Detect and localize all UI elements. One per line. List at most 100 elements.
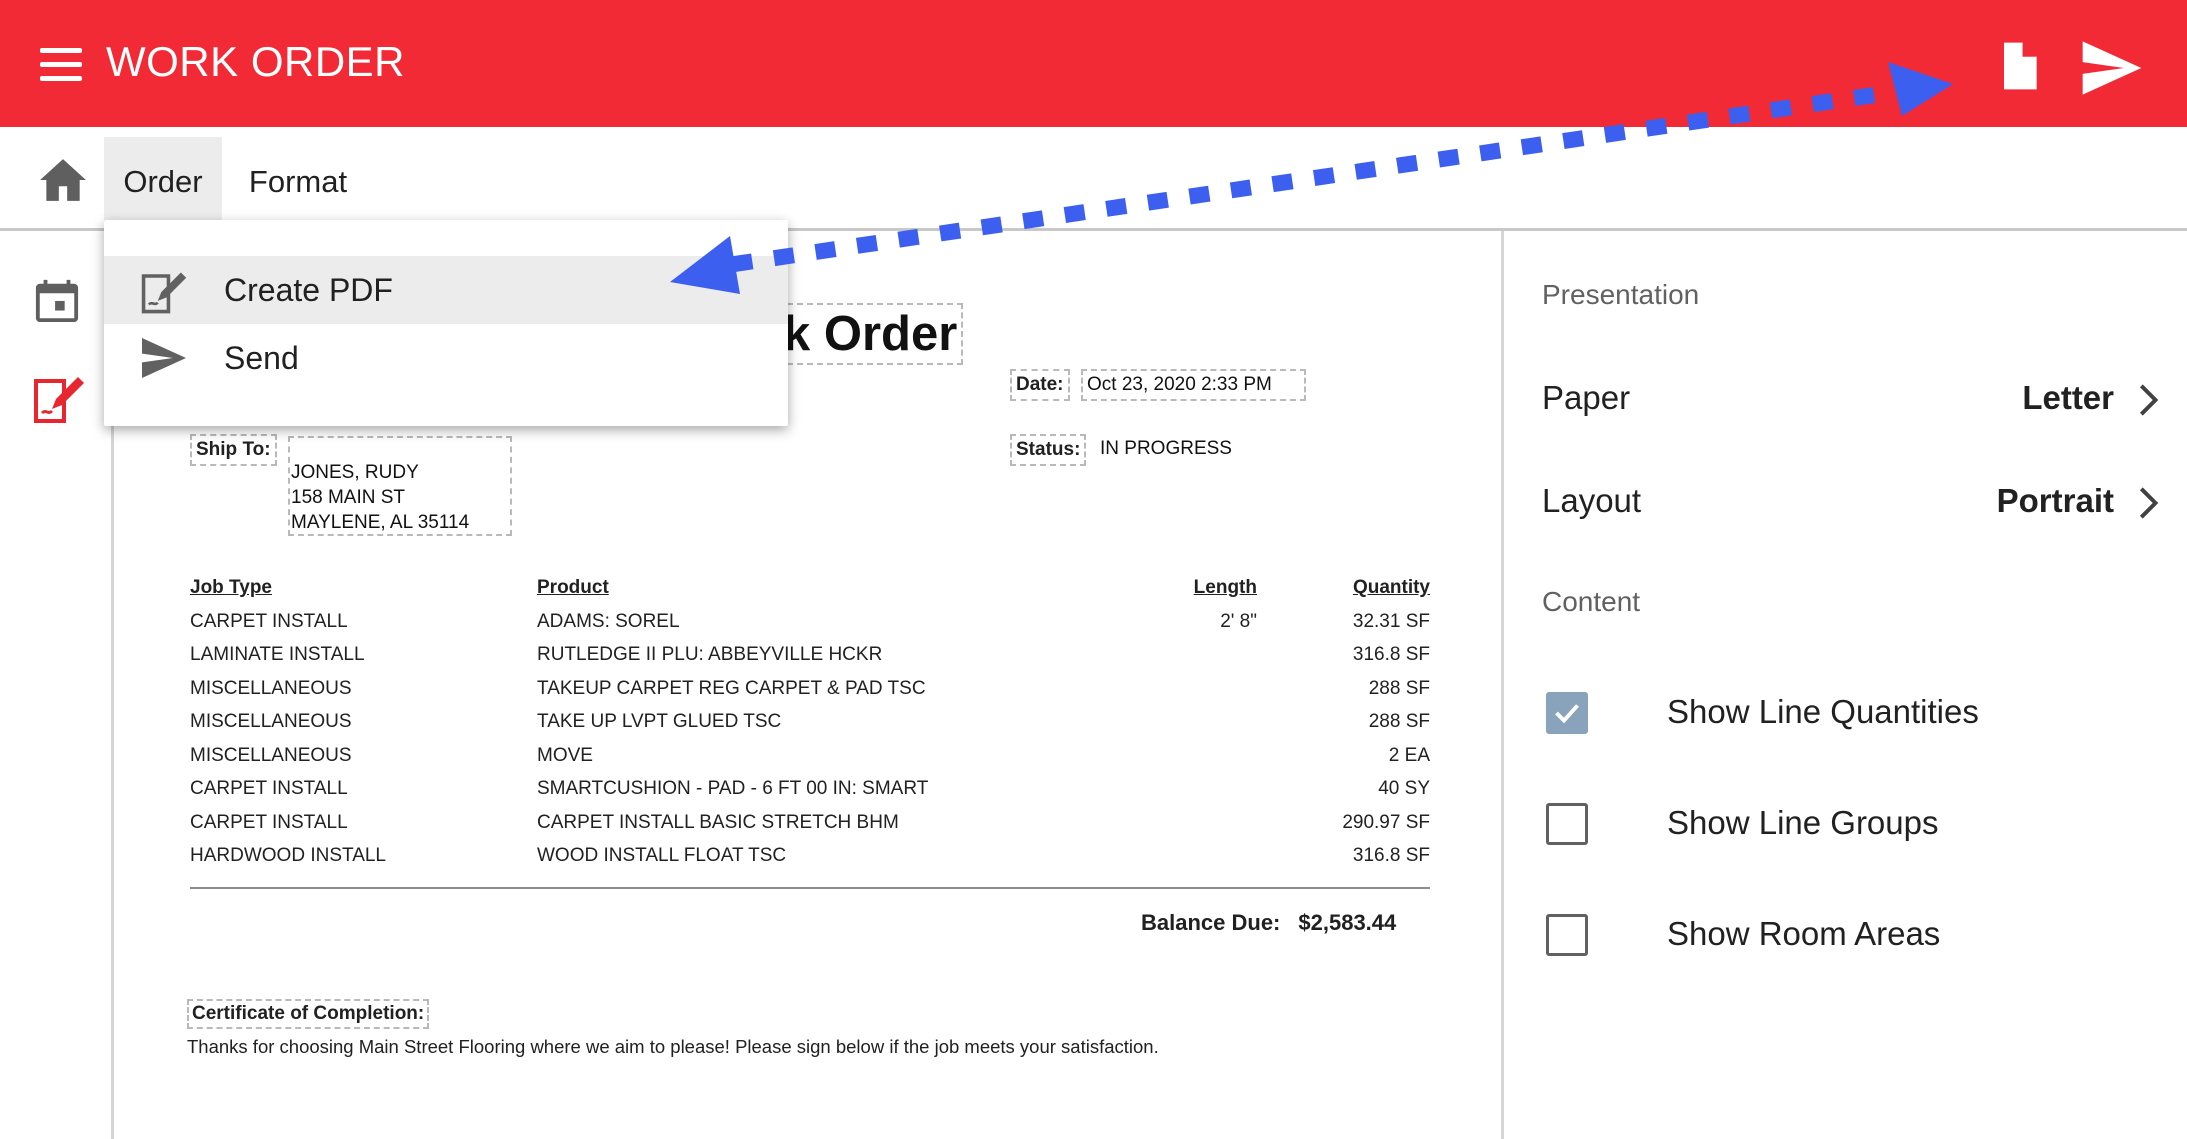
certificate-text: Thanks for choosing Main Street Flooring… (187, 1036, 1159, 1057)
table-row: CARPET INSTALL ADAMS: SOREL 2' 8" 32.31 SF (190, 605, 1430, 639)
chevron-right-icon (2132, 486, 2162, 520)
cell-job-type: HARDWOOD INSTALL (190, 845, 387, 867)
option-label: Show Room Areas (1667, 915, 1941, 952)
cell-product: TAKEUP CARPET REG CARPET & PAD TSC (537, 677, 926, 699)
app-bar: WORK ORDER (0, 0, 2187, 127)
cell-quantity: 288 SF (1368, 677, 1430, 699)
ship-to-line: MAYLENE, AL 35114 (291, 512, 470, 533)
checkbox[interactable] (1546, 914, 1588, 956)
menu-item-create-pdf[interactable]: Create PDF (104, 256, 788, 324)
balance-label: Balance Due: (1141, 910, 1281, 935)
cell-job-type: LAMINATE INSTALL (190, 644, 365, 666)
cell-length (1137, 773, 1257, 807)
cell-job-type: MISCELLANEOUS (190, 677, 352, 699)
ship-to-line: 158 MAIN ST (291, 487, 406, 508)
date-label: Date: (1010, 369, 1070, 401)
option-show-line-groups[interactable]: Show Line Groups (1544, 792, 2144, 852)
app-title: WORK ORDER (106, 38, 405, 85)
cell-product: ADAMS: SOREL (537, 610, 680, 632)
cell-job-type: CARPET INSTALL (190, 778, 348, 800)
option-show-line-quantities[interactable]: Show Line Quantities (1544, 681, 2144, 741)
paper-label: Paper (1542, 379, 1631, 416)
cell-length: 2' 8" (1220, 610, 1257, 632)
menu-item-label: Create PDF (224, 272, 393, 308)
cell-product: SMARTCUSHION - PAD - 6 FT 00 IN: SMART (537, 778, 929, 800)
cell-quantity: 288 SF (1368, 711, 1430, 733)
option-show-room-areas[interactable]: Show Room Areas (1544, 903, 2144, 963)
table-row: MISCELLANEOUS MOVE 2 EA (190, 739, 1430, 773)
menu-item-label: Send (224, 340, 299, 376)
presentation-heading: Presentation (1542, 279, 1700, 310)
home-icon[interactable] (38, 157, 88, 203)
checkbox[interactable] (1546, 803, 1588, 845)
menu-format[interactable]: Format (236, 137, 360, 227)
pdf-edit-icon[interactable] (32, 373, 86, 425)
balance-due: Balance Due: $2,583.44 (1141, 910, 1396, 936)
content-heading: Content (1542, 586, 1641, 617)
cell-length (1137, 639, 1257, 673)
layout-value: Portrait (1996, 482, 2114, 519)
hamburger-menu-icon[interactable] (40, 48, 82, 82)
cell-quantity: 316.8 SF (1352, 644, 1430, 666)
send-icon[interactable] (2080, 40, 2144, 96)
table-header-row: Job Type Product Length Quantity (190, 575, 1430, 605)
menu-order[interactable]: Order (104, 137, 222, 227)
paper-value: Letter (2022, 379, 2114, 416)
cell-job-type: MISCELLANEOUS (190, 744, 352, 766)
cell-product: MOVE (537, 744, 593, 766)
cell-length (1137, 840, 1257, 874)
certificate-label: Certificate of Completion: (187, 999, 430, 1029)
layout-label: Layout (1542, 482, 1642, 519)
paper-setting[interactable]: Paper Letter (1542, 369, 2162, 429)
table-row: LAMINATE INSTALL RUTLEDGE II PLU: ABBEYVI… (190, 639, 1430, 673)
date-value: Oct 23, 2020 2:33 PM (1081, 369, 1306, 401)
cell-job-type: MISCELLANEOUS (190, 711, 352, 733)
ship-to-address: JONES, RUDY 158 MAIN ST MAYLENE, AL 3511… (288, 436, 512, 536)
cell-quantity: 40 SY (1378, 778, 1430, 800)
status-value: IN PROGRESS (1100, 438, 1232, 459)
option-label: Show Line Quantities (1667, 693, 1979, 730)
ship-to-label: Ship To: (190, 434, 277, 466)
cell-product: WOOD INSTALL FLOAT TSC (537, 845, 787, 867)
cell-job-type: CARPET INSTALL (190, 811, 348, 833)
checkbox[interactable] (1546, 692, 1588, 734)
cell-length (1137, 806, 1257, 840)
menubar: Order Format (0, 127, 2187, 231)
table-row: CARPET INSTALL SMARTCUSHION - PAD - 6 FT … (190, 773, 1430, 807)
table-row: MISCELLANEOUS TAKEUP CARPET REG CARPET & … (190, 672, 1430, 706)
cell-quantity: 2 EA (1388, 744, 1430, 766)
send-icon (140, 336, 188, 384)
col-product: Product (537, 577, 609, 598)
cell-quantity: 290.97 SF (1342, 811, 1430, 833)
option-label: Show Line Groups (1667, 804, 1939, 841)
document-title: k Order (777, 303, 964, 365)
chevron-right-icon (2132, 383, 2162, 417)
layout-setting[interactable]: Layout Portrait (1542, 472, 2162, 532)
col-job-type: Job Type (190, 577, 272, 598)
menu-item-send[interactable]: Send (104, 324, 788, 392)
status-label: Status: (1010, 434, 1087, 466)
cell-quantity: 316.8 SF (1352, 845, 1430, 867)
left-rail (0, 231, 114, 1139)
cell-product: CARPET INSTALL BASIC STRETCH BHM (537, 811, 899, 833)
cell-product: RUTLEDGE II PLU: ABBEYVILLE HCKR (537, 644, 883, 666)
table-row: MISCELLANEOUS TAKE UP LVPT GLUED TSC 288 S… (190, 706, 1430, 740)
settings-panel: Presentation Paper Letter Layout Portrai… (1501, 231, 2187, 1139)
ship-to-line: JONES, RUDY (291, 462, 419, 483)
calendar-icon[interactable] (34, 276, 80, 324)
cell-job-type: CARPET INSTALL (190, 610, 348, 632)
cell-length (1137, 706, 1257, 740)
cell-length (1137, 672, 1257, 706)
col-quantity: Quantity (1352, 577, 1430, 598)
divider (190, 887, 1430, 889)
table-row: HARDWOOD INSTALL WOOD INSTALL FLOAT TSC 31… (190, 840, 1430, 874)
order-dropdown-menu: Create PDF Send (104, 220, 788, 426)
cell-product: TAKE UP LVPT GLUED TSC (537, 711, 782, 733)
balance-value: $2,583.44 (1298, 910, 1397, 935)
col-length: Length (1193, 577, 1257, 598)
pdf-edit-icon (140, 268, 188, 316)
document-icon[interactable] (1990, 38, 2046, 94)
cell-length (1137, 739, 1257, 773)
line-items-table: Job Type Product Length Quantity CARPET … (190, 575, 1430, 873)
table-row: CARPET INSTALL CARPET INSTALL BASIC STRET… (190, 806, 1430, 840)
